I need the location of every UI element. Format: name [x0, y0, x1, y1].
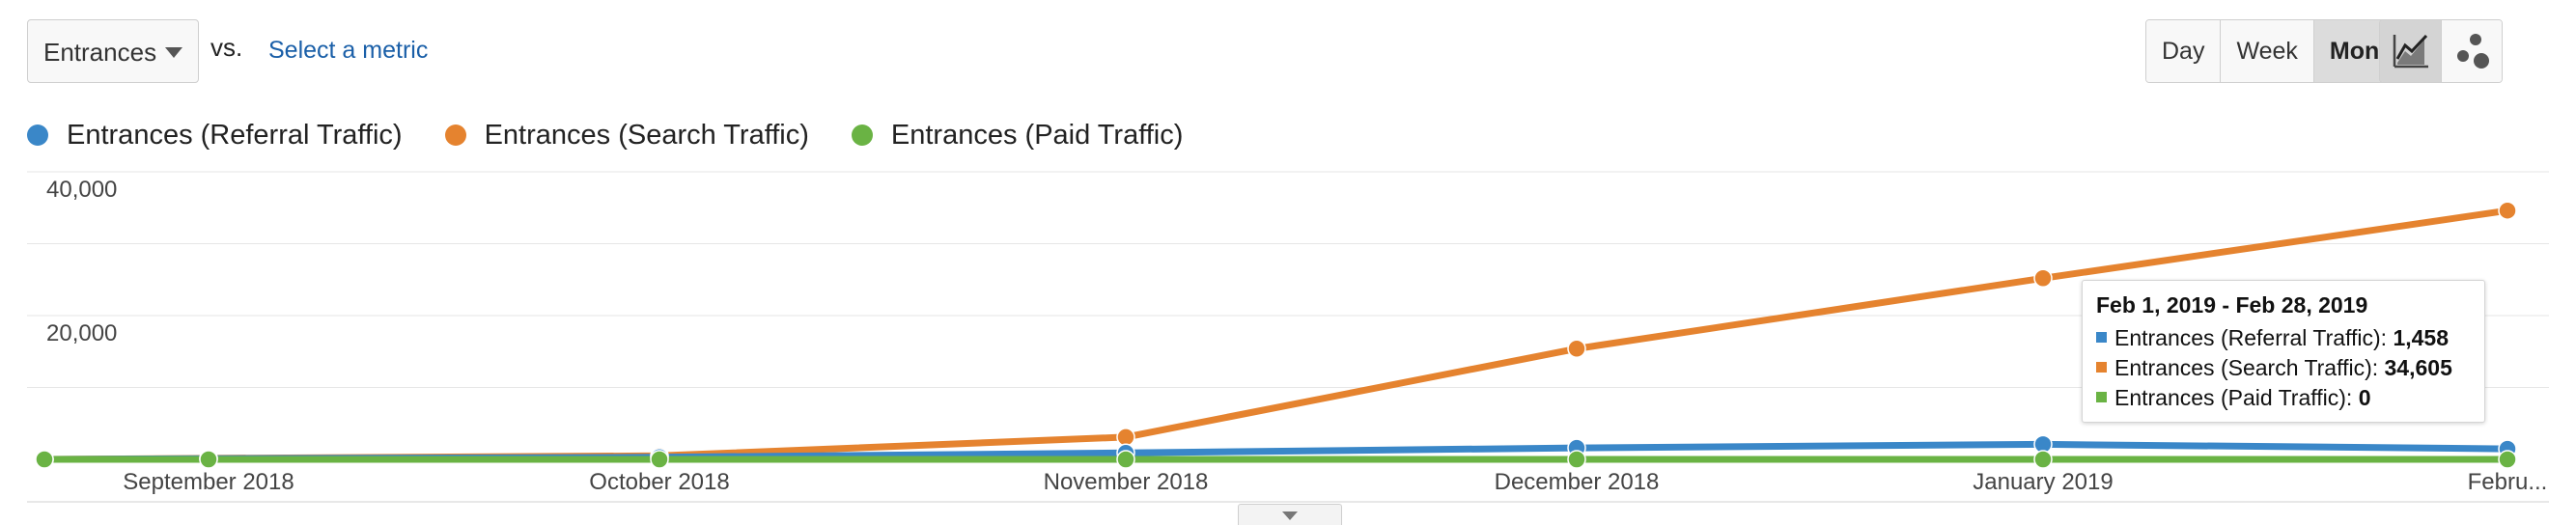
x-tick-label: Febru... [2468, 469, 2548, 495]
data-point[interactable] [650, 450, 669, 469]
data-tooltip: Feb 1, 2019 - Feb 28, 2019 Entrances (Re… [2082, 280, 2485, 423]
y-tick-label: 40,000 [46, 177, 117, 203]
paid-swatch [2096, 392, 2107, 403]
tooltip-label-referral: Entrances (Referral Traffic): [2114, 325, 2388, 350]
data-point[interactable] [2033, 268, 2053, 289]
x-tick-label: December 2018 [1495, 469, 1660, 495]
tooltip-value-referral: 1,458 [2393, 325, 2450, 350]
search-swatch [2096, 362, 2107, 373]
y-tick-label: 20,000 [46, 320, 117, 346]
tooltip-value-paid: 0 [2358, 385, 2371, 410]
tooltip-title: Feb 1, 2019 - Feb 28, 2019 [2096, 292, 2368, 318]
data-point[interactable] [1567, 450, 1586, 469]
data-point[interactable] [1567, 339, 1586, 359]
data-point[interactable] [2498, 450, 2517, 469]
x-tick-label: November 2018 [1044, 469, 1209, 495]
tooltip-value-search: 34,605 [2384, 355, 2452, 380]
tooltip-row-paid: Entrances (Paid Traffic): 0 [2096, 383, 2471, 413]
tooltip-row-referral: Entrances (Referral Traffic): 1,458 [2096, 323, 2471, 353]
data-point[interactable] [2498, 201, 2517, 220]
line-chart: 20,000 40,000 September 2018 October 2018 No… [27, 171, 2549, 503]
x-tick-label: October 2018 [589, 469, 729, 495]
data-point[interactable] [2033, 450, 2053, 469]
expand-chart-handle[interactable] [1238, 504, 1342, 525]
data-point[interactable] [199, 450, 218, 469]
data-point[interactable] [35, 450, 54, 469]
x-tick-label: January 2019 [1973, 469, 2113, 495]
referral-swatch [2096, 332, 2107, 344]
data-point[interactable] [1116, 450, 1135, 469]
x-tick-label: September 2018 [123, 469, 294, 495]
data-point[interactable] [1116, 428, 1135, 447]
tooltip-label-paid: Entrances (Paid Traffic): [2114, 385, 2353, 410]
chevron-down-icon [1282, 511, 1298, 520]
tooltip-row-search: Entrances (Search Traffic): 34,605 [2096, 353, 2471, 383]
tooltip-label-search: Entrances (Search Traffic): [2114, 355, 2379, 380]
